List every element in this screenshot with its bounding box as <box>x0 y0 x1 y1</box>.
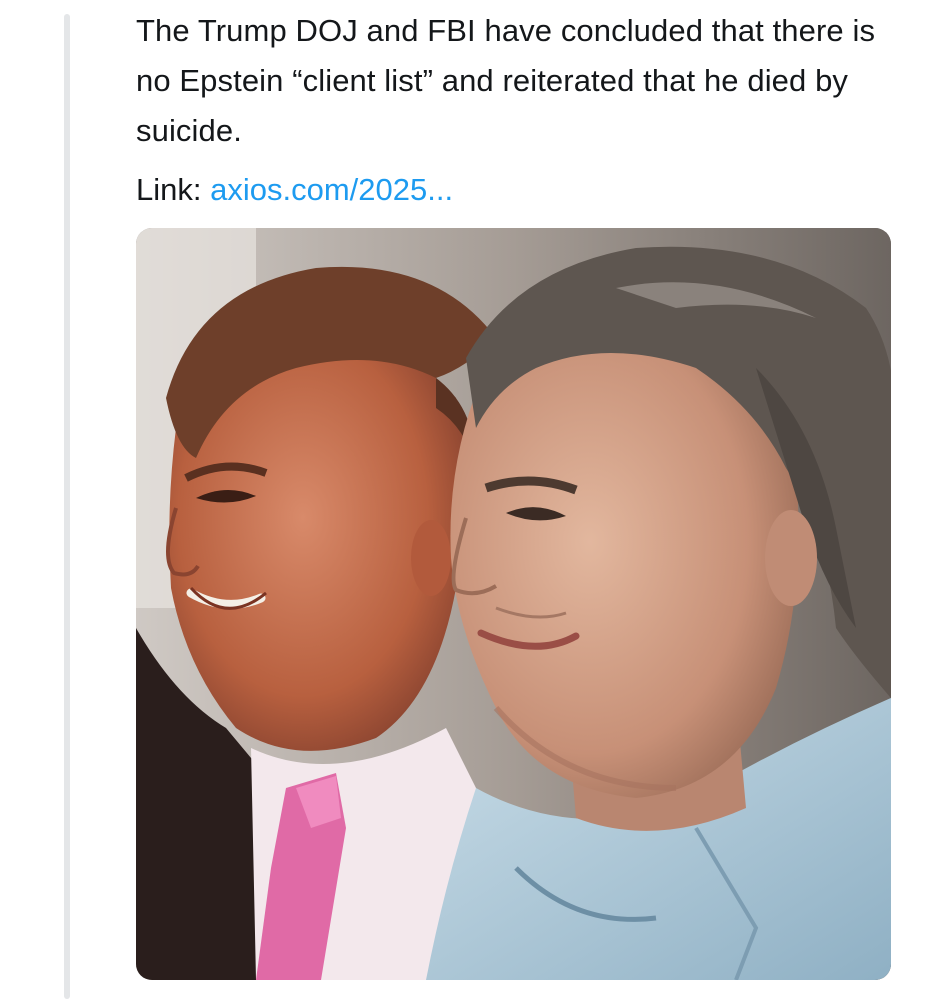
post-container: The Trump DOJ and FBI have concluded tha… <box>0 0 927 999</box>
link-label: Link: <box>136 172 202 207</box>
post-text: The Trump DOJ and FBI have concluded tha… <box>136 13 876 148</box>
thread-line <box>64 14 70 999</box>
post-photo[interactable] <box>136 228 891 980</box>
post-link-row: Link: axios.com/2025... <box>136 165 453 215</box>
article-link[interactable]: axios.com/2025... <box>210 172 453 207</box>
photo-image <box>136 228 891 980</box>
